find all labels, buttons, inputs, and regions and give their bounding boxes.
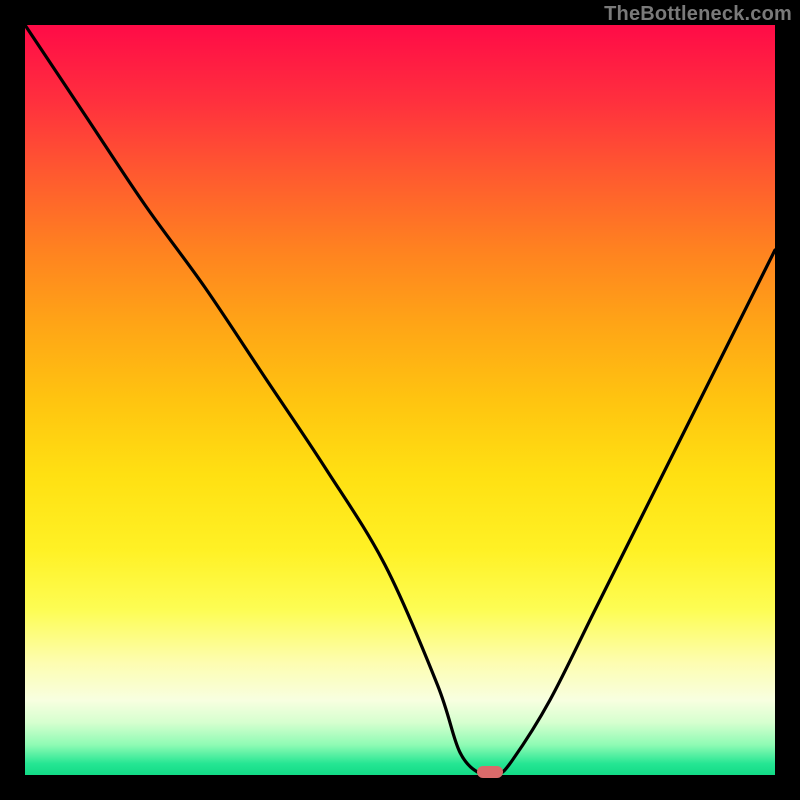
bottleneck-curve: [25, 25, 775, 775]
plot-area: [25, 25, 775, 775]
chart-frame: TheBottleneck.com: [0, 0, 800, 800]
optimal-marker: [477, 766, 503, 778]
watermark-text: TheBottleneck.com: [604, 3, 792, 26]
